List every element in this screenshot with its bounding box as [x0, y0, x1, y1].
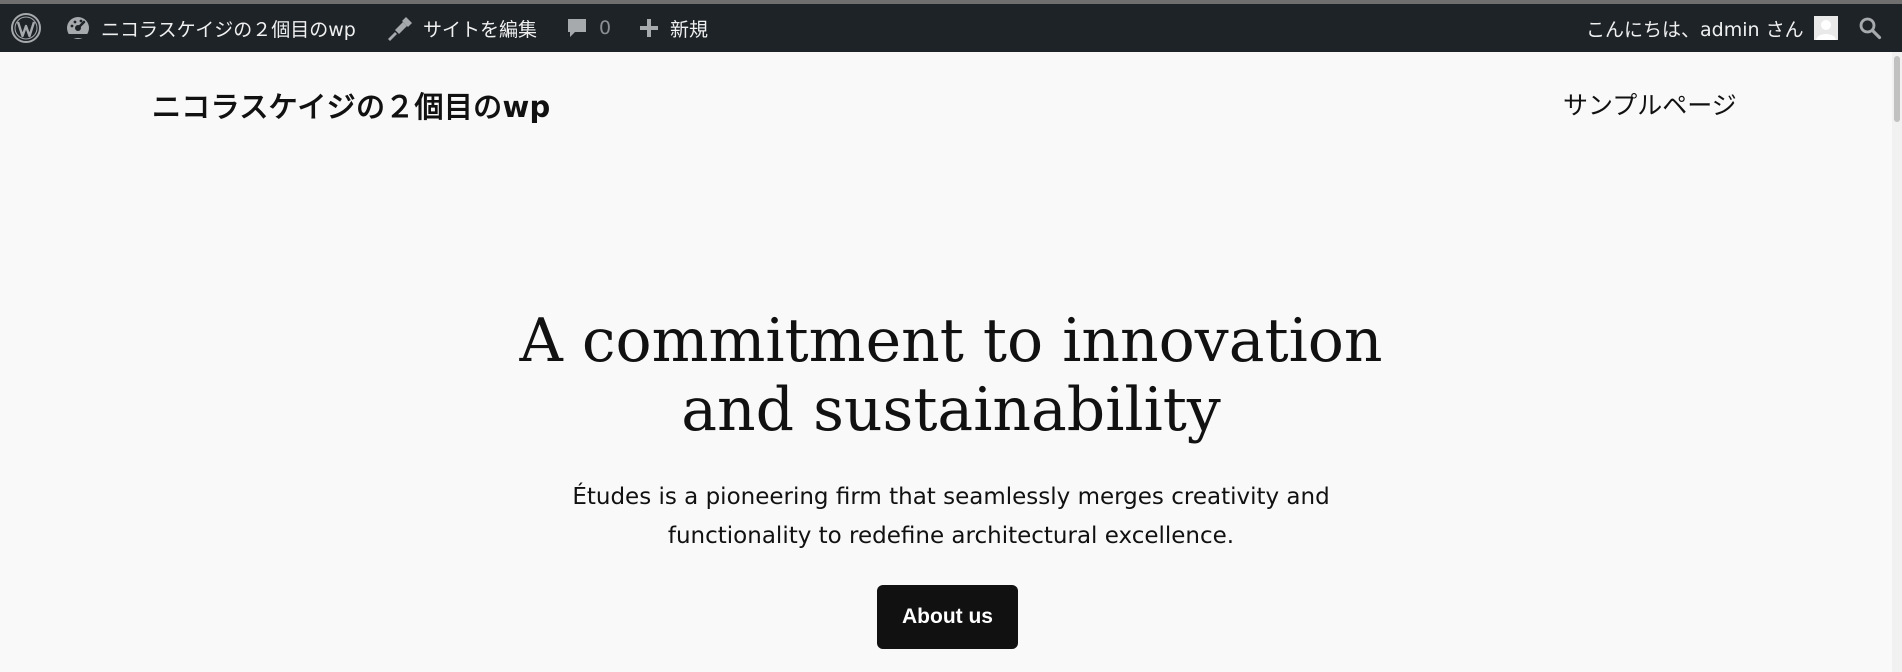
comment-icon — [565, 16, 589, 40]
page-scrollbar-track[interactable] — [1892, 52, 1902, 672]
hero-description: Études is a pioneering firm that seamles… — [451, 478, 1451, 556]
comments-menu[interactable]: 0 — [565, 4, 611, 52]
hero-description-line-1: Études is a pioneering firm that seamles… — [572, 484, 1330, 510]
browser-viewport: ニコラスケイジの２個目のwp サイトを編集 0 新規 こんにちは、admin さ… — [0, 0, 1902, 672]
about-us-button[interactable]: About us — [877, 585, 1018, 649]
wp-admin-bar: ニコラスケイジの２個目のwp サイトを編集 0 新規 こんにちは、admin さ… — [0, 4, 1902, 52]
dashboard-icon — [65, 15, 91, 41]
user-avatar-icon — [1813, 16, 1838, 40]
hero-description-line-2: functionality to redefine architectural … — [667, 523, 1235, 549]
brush-icon — [385, 14, 413, 42]
hero-heading-line-1: A commitment to innovation — [519, 306, 1383, 376]
greeting-label: こんにちは、admin さん — [1586, 18, 1804, 41]
page-scrollbar-thumb[interactable] — [1894, 56, 1900, 122]
search-icon — [1858, 16, 1882, 40]
comments-count: 0 — [599, 17, 612, 39]
hero-heading: A commitment to innovation and sustainab… — [451, 307, 1451, 445]
wordpress-logo-icon — [10, 12, 42, 44]
site-name-menu[interactable]: ニコラスケイジの２個目のwp — [65, 4, 356, 52]
admin-search-button[interactable] — [1858, 4, 1882, 52]
plus-icon — [638, 17, 660, 39]
my-account-menu[interactable]: こんにちは、admin さん — [1586, 4, 1838, 52]
nav-item-sample-page[interactable]: サンプルページ — [1563, 86, 1737, 122]
hero-heading-line-2: and sustainability — [681, 375, 1221, 445]
edit-site-menu[interactable]: サイトを編集 — [385, 4, 537, 52]
new-content-menu[interactable]: 新規 — [638, 4, 708, 52]
new-content-label: 新規 — [670, 18, 709, 41]
site-name-label: ニコラスケイジの２個目のwp — [101, 18, 356, 41]
site-title-link[interactable]: ニコラスケイジの２個目のwp — [152, 84, 551, 126]
wordpress-menu[interactable] — [10, 4, 42, 52]
edit-site-label: サイトを編集 — [423, 18, 538, 41]
